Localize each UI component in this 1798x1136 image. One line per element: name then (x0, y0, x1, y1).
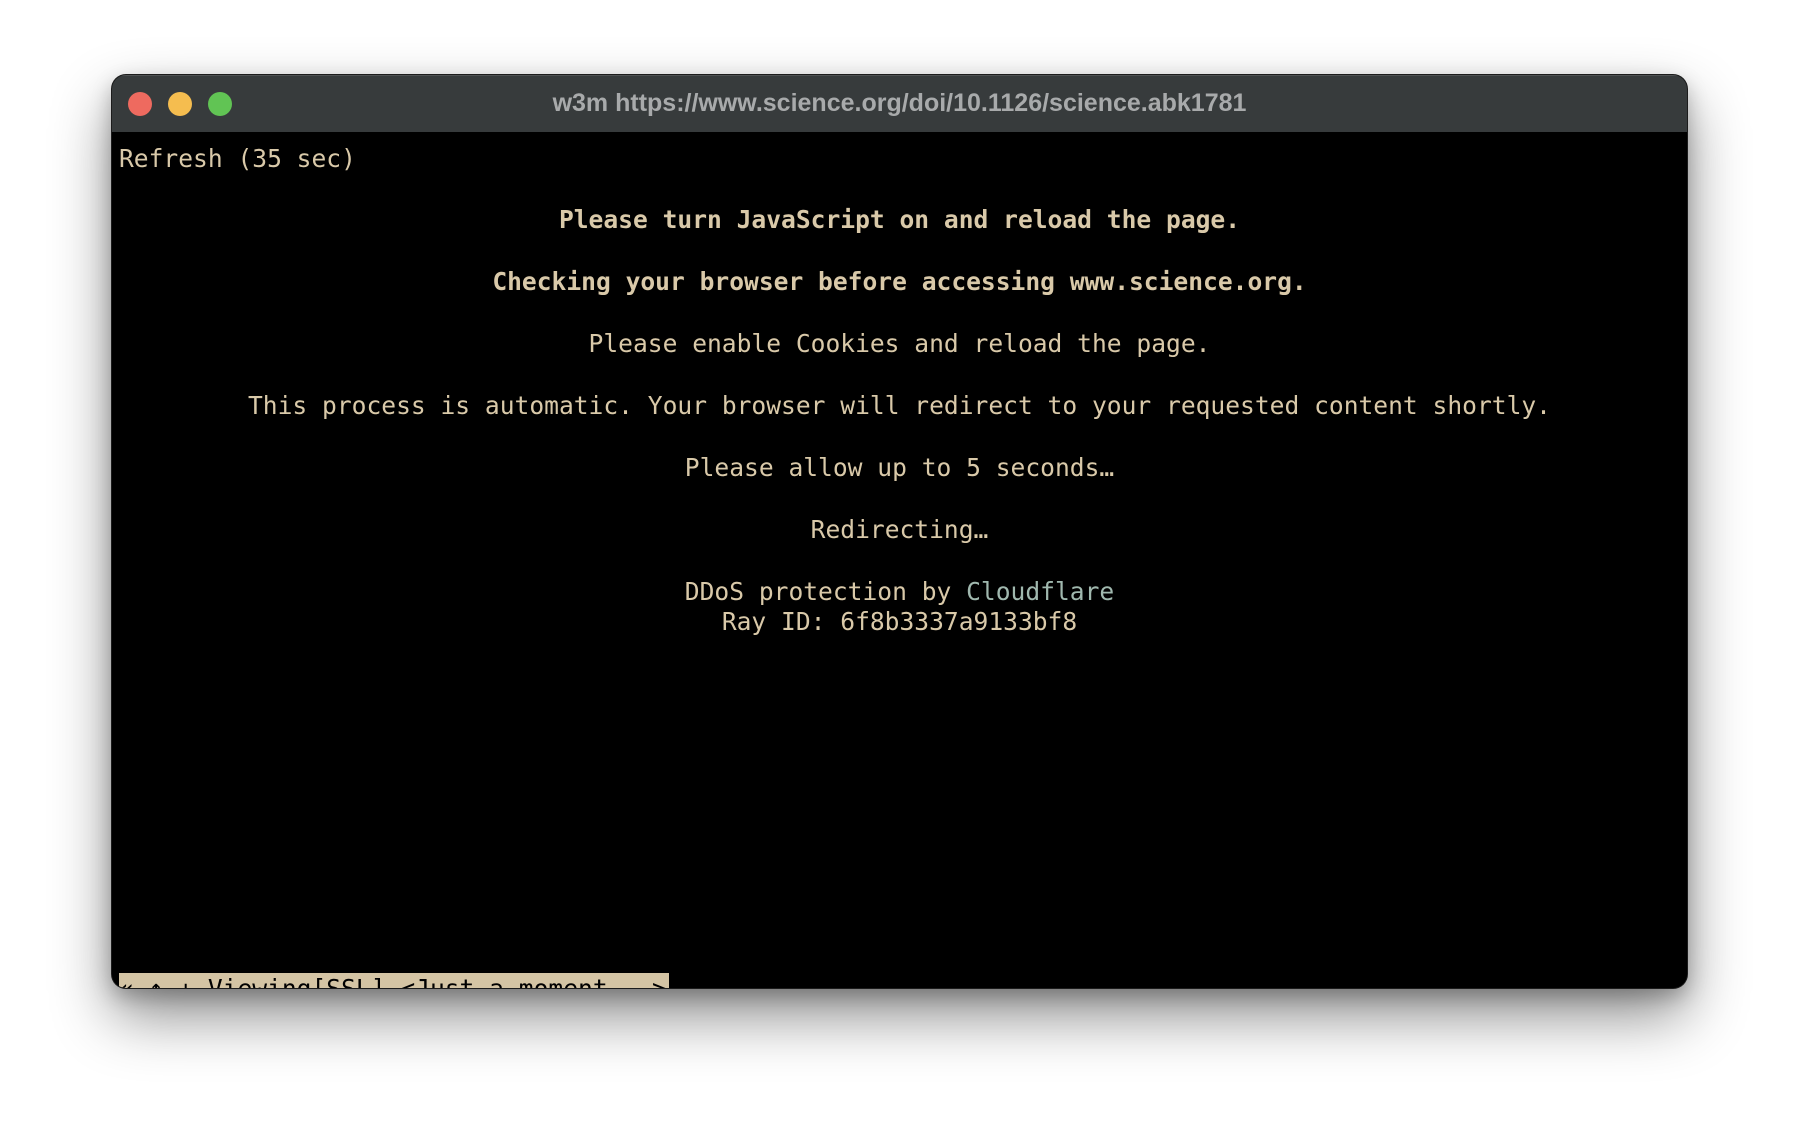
heading-javascript: Please turn JavaScript on and reload the… (558, 205, 1241, 234)
ddos-line: DDoS protection by Cloudflare (119, 576, 1680, 607)
window-title: w3m https://www.science.org/doi/10.1126/… (552, 89, 1247, 117)
allow-message: Please allow up to 5 seconds… (684, 453, 1115, 482)
terminal-content: Refresh (35 sec) Please turn JavaScript … (112, 132, 1687, 988)
refresh-text[interactable]: Refresh (35 sec) (119, 143, 1680, 174)
cookies-message: Please enable Cookies and reload the pag… (588, 329, 1211, 358)
cloudflare-link[interactable]: Cloudflare (966, 577, 1114, 606)
terminal-window: w3m https://www.science.org/doi/10.1126/… (112, 75, 1687, 988)
ray-id: Ray ID: 6f8b3337a9133bf8 (721, 607, 1078, 636)
redirecting-message: Redirecting… (810, 515, 989, 544)
status-bar: « ↑ ↓ Viewing[SSL] <Just a moment...> (119, 973, 669, 988)
automatic-message: This process is automatic. Your browser … (248, 391, 1551, 420)
ddos-prefix: DDoS protection by (684, 577, 967, 606)
title-bar[interactable]: w3m https://www.science.org/doi/10.1126/… (112, 75, 1687, 132)
heading-checking-browser: Checking your browser before accessing w… (492, 267, 1307, 296)
